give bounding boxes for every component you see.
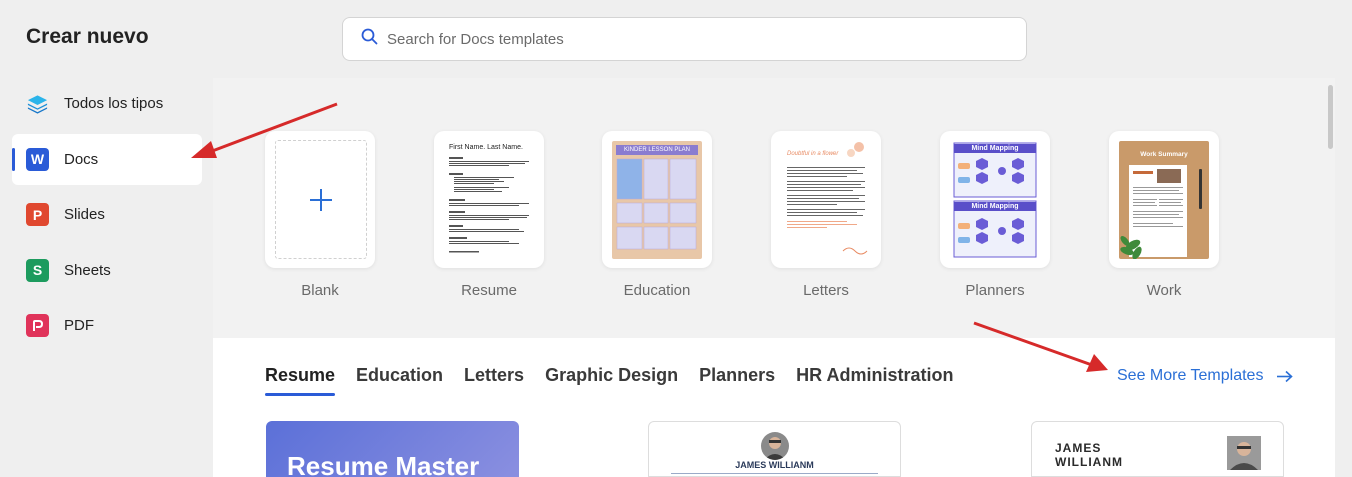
template-resume-2[interactable]: JAMES WILLIANM [648,421,901,477]
template-label-letters: Letters [803,282,849,299]
letters-thumbnail: Doubtful in a flower [781,141,871,259]
resume-master-title: Resume Master [287,451,480,477]
slides-icon: P [26,203,49,226]
sidebar-item-pdf[interactable]: PDF [12,300,202,351]
tab-education[interactable]: Education [356,365,443,396]
template-label-resume: Resume [461,282,517,299]
resume-name-line2: WILLIANM [1055,455,1123,469]
tab-resume[interactable]: Resume [265,365,336,396]
template-label-planners: Planners [965,282,1025,299]
work-thumbnail: Work Summary [1119,141,1209,259]
planners-thumbnail: Mind Mapping Mind Mapping [950,141,1040,259]
sidebar-item-todos-los-tipos[interactable]: Todos los tipos [12,78,202,129]
sidebar-item-slides[interactable]: P Slides [12,189,202,240]
sidebar-item-label: Docs [64,150,99,168]
sidebar-item-label: Slides [64,206,105,223]
tab-letters[interactable]: Letters [464,365,524,396]
plus-icon [310,188,332,211]
resume-name: JAMES WILLIANM [735,460,814,470]
planners-thumb-title-1: Mind Mapping [954,144,1036,153]
sheets-icon: S [26,258,49,282]
work-thumb-title: Work Summary [1140,151,1188,158]
featured-templates: Blank First Name. Last Name. Resume KIND… [213,78,1335,338]
scrollbar[interactable] [1328,85,1333,149]
resume-thumbnail: First Name. Last Name. [444,141,534,259]
sidebar-item-sheets[interactable]: S Sheets [12,245,202,296]
planners-thumb-title-2: Mind Mapping [954,202,1036,211]
template-resume-3[interactable]: JAMES WILLIANM [1031,421,1284,477]
sidebar-item-label: PDF [64,317,94,334]
template-label-work: Work [1146,282,1182,299]
template-card-letters[interactable]: Doubtful in a flower [771,131,881,268]
letters-thumb-title: Doubtful in a flower [787,151,839,157]
education-thumb-title: KINDER LESSON PLAN [616,145,698,155]
arrow-right-icon [1277,370,1294,382]
template-card-blank[interactable] [265,131,375,268]
docs-icon: W [26,147,49,171]
pdf-icon [26,314,49,337]
sidebar-item-label: Sheets [64,261,111,279]
see-more-label: See More Templates [1117,367,1264,384]
tab-graphic-design[interactable]: Graphic Design [545,365,678,396]
tab-planners[interactable]: Planners [699,365,775,396]
template-resume-master[interactable]: Resume Master [266,421,519,477]
page-title: Crear nuevo [26,25,149,48]
resume-name-line1: JAMES [1055,441,1102,455]
search-bar[interactable] [342,17,1027,61]
search-input[interactable] [387,30,987,48]
template-panel: Blank First Name. Last Name. Resume KIND… [213,78,1335,477]
resume-thumb-title: First Name. Last Name. [449,144,523,151]
blank-placeholder [275,140,367,259]
template-card-education[interactable]: KINDER LESSON PLAN [602,131,712,268]
search-icon [361,28,378,50]
see-more-templates-link[interactable]: See More Templates [1117,367,1294,385]
sidebar: Todos los tipos W Docs P Slides S Sheets… [12,78,202,356]
tab-hr-administration[interactable]: HR Administration [796,365,953,396]
template-card-work[interactable]: Work Summary [1109,131,1219,268]
category-tabs: Resume Education Letters Graphic Design … [265,365,975,396]
layers-icon [26,92,49,115]
divider [671,473,878,474]
template-label-blank: Blank [301,282,339,299]
sidebar-item-label: Todos los tipos [64,95,164,112]
education-thumbnail: KINDER LESSON PLAN [612,141,702,259]
sidebar-item-docs[interactable]: W Docs [12,133,202,185]
template-label-education: Education [623,282,691,299]
avatar [761,432,789,460]
template-card-planners[interactable]: Mind Mapping Mind Mapping [940,131,1050,268]
avatar [1227,436,1261,470]
template-card-resume[interactable]: First Name. Last Name. [434,131,544,268]
